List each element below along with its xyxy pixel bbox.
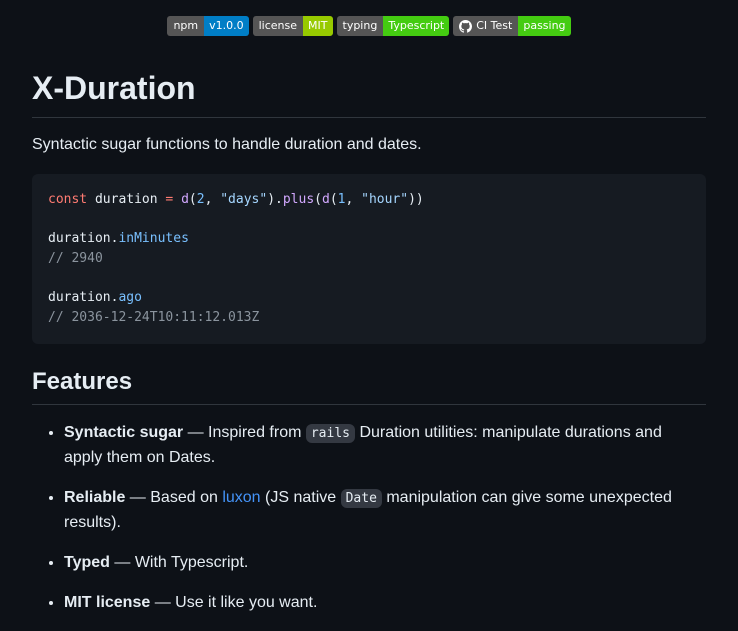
feature-title: MIT license xyxy=(64,594,151,611)
typing-badge[interactable]: typing Typescript xyxy=(336,16,450,36)
features-heading: Features xyxy=(32,366,706,405)
list-item: MIT license — Use it like you want. xyxy=(64,591,704,615)
feature-text: — Use it like you want. xyxy=(150,594,318,611)
code-token: d xyxy=(181,192,189,207)
code-token: "days" xyxy=(220,192,268,207)
code-token: const xyxy=(48,192,88,207)
badge-value: v1.0.0 xyxy=(204,16,249,36)
inline-code: rails xyxy=(305,424,355,443)
github-icon xyxy=(459,19,473,33)
code-token: inMinutes xyxy=(118,231,189,247)
code-token: ( xyxy=(188,192,197,207)
list-item: Syntactic sugar — Inspired from rails Du… xyxy=(64,421,704,470)
license-badge[interactable]: license MIT xyxy=(252,16,333,36)
badge-value: passing xyxy=(518,16,571,36)
ci-test-badge[interactable]: CI Test passing xyxy=(453,16,571,36)
code-token: duration. xyxy=(48,231,119,247)
badge-label: npm xyxy=(167,16,205,36)
feature-text: — With Typescript. xyxy=(109,554,249,571)
feature-title: Syntactic sugar xyxy=(64,424,184,441)
code-token: ( xyxy=(329,192,338,207)
code-token: ( xyxy=(314,192,322,207)
code-line: duration.ago xyxy=(48,290,142,305)
badge-label: typing xyxy=(336,16,384,36)
feature-text: — Based on xyxy=(125,489,223,506)
code-token: d xyxy=(321,192,330,207)
feature-title: Typed xyxy=(64,554,110,571)
code-line: duration.inMinutes xyxy=(48,231,189,246)
code-token: , xyxy=(204,192,221,207)
code-block[interactable]: const duration = d(2, "days").plus(d(1, … xyxy=(32,174,706,344)
features-list: Syntactic sugar — Inspired from rails Du… xyxy=(32,421,704,631)
code-token: 2 xyxy=(196,192,205,207)
code-token: ). xyxy=(267,192,283,207)
code-token: plus xyxy=(282,192,315,207)
badge-label-wrap: CI Test xyxy=(453,16,519,36)
badge-row: npm v1.0.0 license MIT typing Typescript… xyxy=(0,16,738,36)
code-line: const duration = d(2, "days").plus(d(1, … xyxy=(48,192,424,207)
badge-value: MIT xyxy=(303,16,333,36)
page-title: X-Duration xyxy=(32,66,706,118)
npm-badge[interactable]: npm v1.0.0 xyxy=(167,16,249,36)
badge-value: Typescript xyxy=(383,16,450,36)
list-item: Typed — With Typescript. xyxy=(64,551,704,575)
code-token: duration. xyxy=(48,289,119,305)
luxon-link[interactable]: luxon xyxy=(222,489,260,506)
code-token: ago xyxy=(118,289,142,305)
code-token: , xyxy=(345,192,362,207)
code-token: duration xyxy=(87,192,166,207)
code-token: )) xyxy=(408,192,424,207)
readme-page: npm v1.0.0 license MIT typing Typescript… xyxy=(0,0,738,629)
inline-code: Date xyxy=(340,489,382,508)
code-token: "hour" xyxy=(361,192,409,207)
feature-text: — Inspired from xyxy=(183,424,306,441)
badge-label: CI Test xyxy=(476,19,513,32)
code-comment: // 2940 xyxy=(48,250,103,266)
feature-title: Reliable xyxy=(64,489,126,506)
code-comment: // 2036-12-24T10:11:12.013Z xyxy=(48,309,260,325)
feature-text: (JS native xyxy=(260,489,341,506)
list-item: Reliable — Based on luxon (JS native Dat… xyxy=(64,486,704,535)
badge-label: license xyxy=(252,16,304,36)
intro-paragraph: Syntactic sugar functions to handle dura… xyxy=(32,136,422,153)
